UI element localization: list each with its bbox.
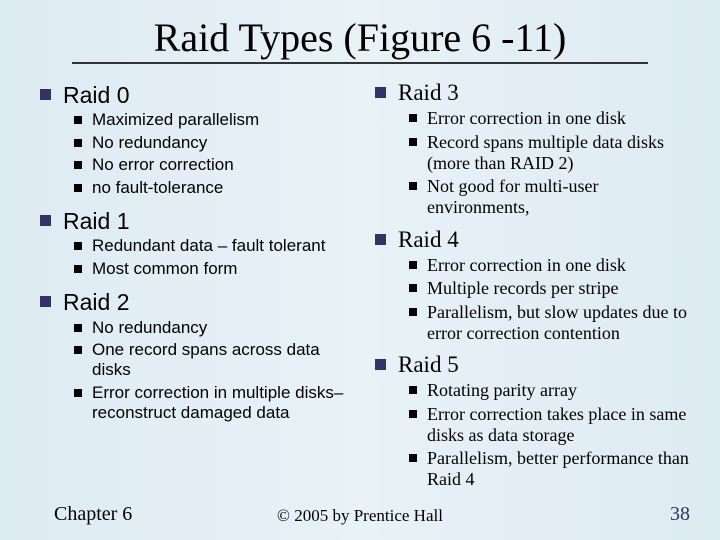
square-bullet-icon [74,161,82,169]
heading-text: Raid 1 [63,208,129,234]
square-bullet-icon [409,454,417,462]
square-bullet-icon [40,89,51,100]
item-text: No redundancy [92,133,207,153]
square-bullet-icon [409,410,417,418]
heading-raid-0: Raid 0 [40,82,357,108]
title-underline [72,62,648,64]
right-column: Raid 3 Error correction in one disk Reco… [375,72,692,491]
list-item: Parallelism, but slow updates due to err… [409,302,692,344]
list-item: Error correction in multiple disks– reco… [74,383,357,424]
list-item: No error correction [74,155,357,175]
item-text: Rotating parity array [427,380,577,401]
item-text: Record spans multiple data disks (more t… [427,132,692,174]
list-item: no fault-tolerance [74,178,357,198]
slide-title: Raid Types (Figure 6 -11) [0,14,720,61]
item-text: Error correction in one disk [427,108,626,129]
list-item: Rotating parity array [409,380,692,401]
list-item: Multiple records per stripe [409,278,692,299]
item-text: Error correction takes place in same dis… [427,404,692,446]
item-text: No error correction [92,155,234,175]
item-text: Error correction in multiple disks– reco… [92,383,357,424]
square-bullet-icon [375,87,386,98]
square-bullet-icon [74,265,82,273]
item-text: Most common form [92,259,237,279]
list-item: Maximized parallelism [74,110,357,130]
list-item: Error correction in one disk [409,255,692,276]
item-text: Not good for multi-user environments, [427,176,692,218]
list-item: Record spans multiple data disks (more t… [409,132,692,174]
square-bullet-icon [74,116,82,124]
list-item: Error correction in one disk [409,108,692,129]
square-bullet-icon [409,261,417,269]
heading-raid-5: Raid 5 [375,352,692,378]
list-item: One record spans across data disks [74,340,357,381]
square-bullet-icon [74,324,82,332]
square-bullet-icon [74,389,82,397]
square-bullet-icon [409,138,417,146]
square-bullet-icon [40,215,51,226]
square-bullet-icon [409,114,417,122]
left-column: Raid 0 Maximized parallelism No redundan… [40,72,357,491]
square-bullet-icon [409,182,417,190]
content-columns: Raid 0 Maximized parallelism No redundan… [40,72,692,491]
item-text: Error correction in one disk [427,255,626,276]
list-item: Error correction takes place in same dis… [409,404,692,446]
list-item: Most common form [74,259,357,279]
footer-page-number: 38 [670,503,690,526]
square-bullet-icon [40,296,51,307]
heading-text: Raid 3 [398,80,459,106]
square-bullet-icon [375,234,386,245]
item-text: No redundancy [92,318,207,338]
square-bullet-icon [74,184,82,192]
heading-text: Raid 4 [398,227,459,253]
square-bullet-icon [409,308,417,316]
heading-text: Raid 0 [63,82,129,108]
heading-text: Raid 5 [398,352,459,378]
list-item: Not good for multi-user environments, [409,176,692,218]
heading-raid-2: Raid 2 [40,289,357,315]
list-item: Parallelism, better performance than Rai… [409,448,692,490]
heading-text: Raid 2 [63,289,129,315]
list-item: No redundancy [74,318,357,338]
item-text: One record spans across data disks [92,340,357,381]
item-text: Parallelism, but slow updates due to err… [427,302,692,344]
item-text: Parallelism, better performance than Rai… [427,448,692,490]
list-item: Redundant data – fault tolerant [74,236,357,256]
heading-raid-4: Raid 4 [375,227,692,253]
item-text: no fault-tolerance [92,178,223,198]
square-bullet-icon [409,284,417,292]
square-bullet-icon [409,386,417,394]
square-bullet-icon [375,359,386,370]
item-text: Redundant data – fault tolerant [92,236,325,256]
heading-raid-3: Raid 3 [375,80,692,106]
list-item: No redundancy [74,133,357,153]
item-text: Multiple records per stripe [427,278,618,299]
slide: Raid Types (Figure 6 -11) Raid 0 Maximiz… [0,0,720,540]
item-text: Maximized parallelism [92,110,259,130]
square-bullet-icon [74,346,82,354]
square-bullet-icon [74,242,82,250]
square-bullet-icon [74,139,82,147]
footer-copyright: © 2005 by Prentice Hall [0,506,720,526]
heading-raid-1: Raid 1 [40,208,357,234]
